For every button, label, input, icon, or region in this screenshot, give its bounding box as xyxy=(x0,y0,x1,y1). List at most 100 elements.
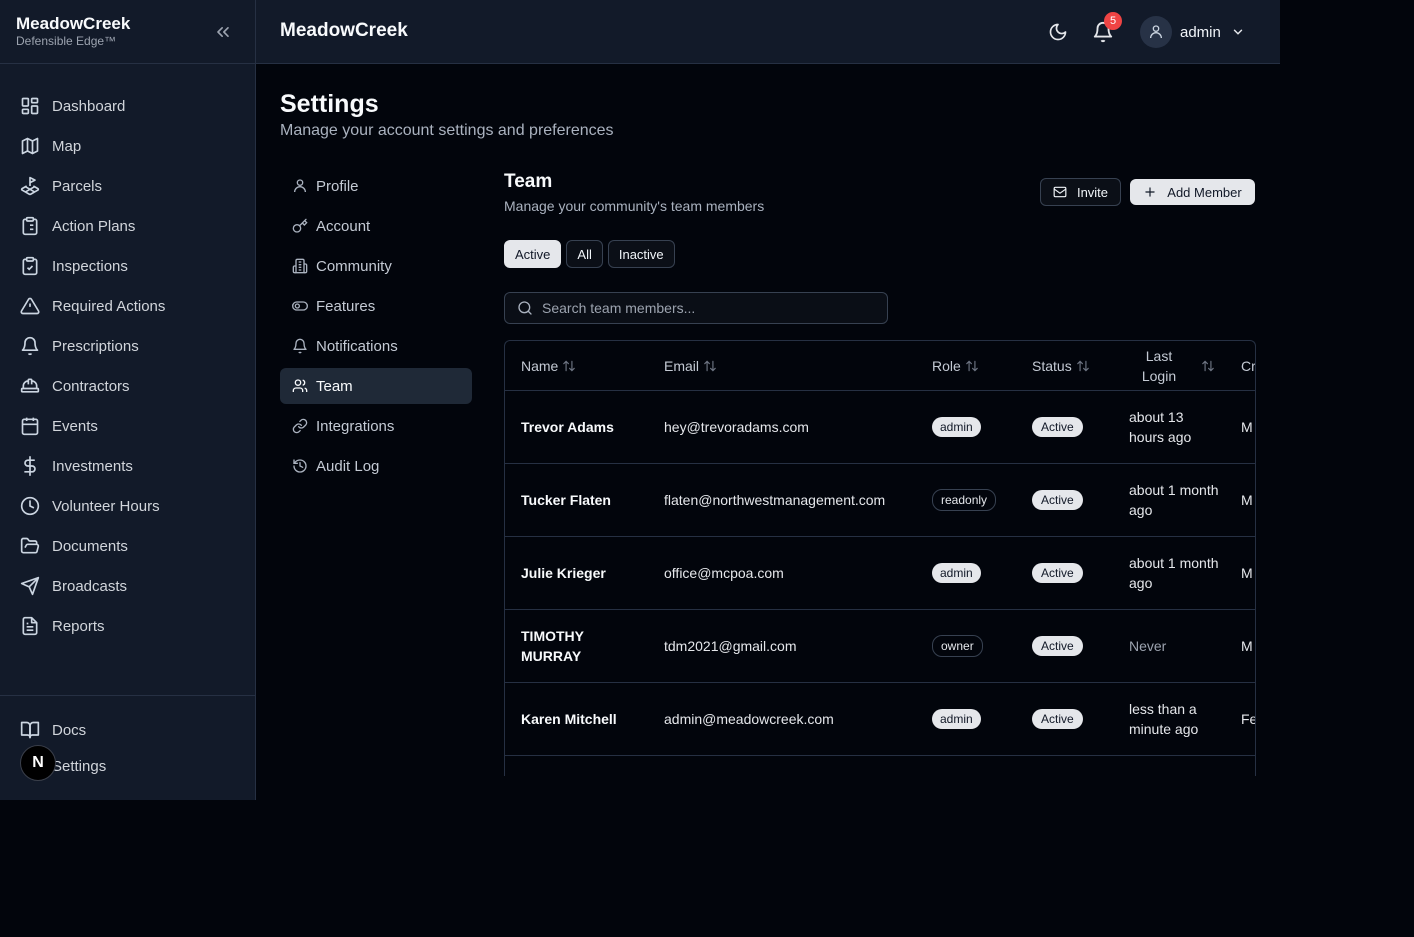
sidebar-item-prescriptions[interactable]: Prescriptions xyxy=(0,326,255,366)
search-input[interactable] xyxy=(542,300,862,316)
column-header-email[interactable]: Email xyxy=(664,341,717,391)
settings-tab-features[interactable]: Features xyxy=(280,288,472,324)
filter-all[interactable]: All xyxy=(566,240,603,268)
add-member-button[interactable]: Add Member xyxy=(1130,179,1255,205)
sidebar-item-docs[interactable]: Docs xyxy=(0,712,255,748)
settings-tab-account[interactable]: Account xyxy=(280,208,472,244)
column-header-status[interactable]: Status xyxy=(1032,341,1090,391)
member-email: admin@meadowcreek.com xyxy=(664,711,834,727)
sidebar-item-label: Settings xyxy=(52,757,107,775)
sort-icon xyxy=(562,359,576,373)
column-label: Last Login xyxy=(1141,348,1177,384)
settings-tab-profile[interactable]: Profile xyxy=(280,168,472,204)
member-name: Tucker Flaten xyxy=(521,492,611,508)
sidebar-item-label: Prescriptions xyxy=(52,337,139,355)
plus-icon xyxy=(1143,185,1157,199)
collapse-sidebar-icon[interactable] xyxy=(213,22,233,42)
sidebar-item-action-plans[interactable]: Action Plans xyxy=(0,206,255,246)
status-cell: Active xyxy=(1032,537,1083,609)
table-row[interactable]: TIMOTHY MURRAY tdm2021@gmail.com owner A… xyxy=(505,610,1255,683)
member-name: TIMOTHY MURRAY xyxy=(521,628,584,664)
sidebar-item-label: Parcels xyxy=(52,177,103,195)
sidebar: MeadowCreek Defensible Edge™ Dashboard M… xyxy=(0,0,256,800)
settings-tab-team[interactable]: Team xyxy=(280,368,472,404)
sidebar-item-label: Volunteer Hours xyxy=(52,497,160,515)
sidebar-item-label: Inspections xyxy=(52,257,128,275)
sort-icon xyxy=(965,359,979,373)
column-header-last-login[interactable]: Last Login xyxy=(1129,341,1215,391)
status-badge: Active xyxy=(1032,709,1083,729)
bell-icon xyxy=(292,338,308,354)
sidebar-item-documents[interactable]: Documents xyxy=(0,526,255,566)
book-open-icon xyxy=(20,720,40,740)
sidebar-item-label: Reports xyxy=(52,617,105,635)
sidebar-item-map[interactable]: Map xyxy=(0,126,255,166)
role-cell: readonly xyxy=(932,464,997,536)
table-header: Name Email Role Status Last Login Cr xyxy=(505,341,1255,391)
add-member-button-label: Add Member xyxy=(1167,184,1242,200)
invite-button-label: Invite xyxy=(1076,184,1109,200)
main-nav: Dashboard Map Parcels Action Plans Inspe… xyxy=(0,64,255,646)
sidebar-item-inspections[interactable]: Inspections xyxy=(0,246,255,286)
invite-button[interactable]: Invite xyxy=(1040,178,1121,206)
table-row[interactable]: Karen Mitchell admin@meadowcreek.com adm… xyxy=(505,683,1255,756)
sidebar-item-broadcasts[interactable]: Broadcasts xyxy=(0,566,255,606)
table-row[interactable]: Julie Krieger office@mcpoa.com admin Act… xyxy=(505,537,1255,610)
settings-tab-label: Audit Log xyxy=(316,457,380,475)
building-icon xyxy=(292,258,308,274)
settings-tab-notifications[interactable]: Notifications xyxy=(280,328,472,364)
column-header-role[interactable]: Role xyxy=(932,341,979,391)
last-login: less than a minute ago xyxy=(1129,701,1199,737)
last-login: about 1 month ago xyxy=(1129,555,1219,591)
settings-tab-integrations[interactable]: Integrations xyxy=(280,408,472,444)
sidebar-item-label: Map xyxy=(52,137,82,155)
settings-tab-audit-log[interactable]: Audit Log xyxy=(280,448,472,484)
bell-icon xyxy=(20,336,40,356)
filter-active[interactable]: Active xyxy=(504,240,562,268)
sidebar-item-parcels[interactable]: Parcels xyxy=(0,166,255,206)
sidebar-item-label: Documents xyxy=(52,537,128,555)
avatar xyxy=(1140,16,1172,48)
sidebar-item-volunteer-hours[interactable]: Volunteer Hours xyxy=(0,486,255,526)
user-icon xyxy=(292,178,308,194)
settings-tab-label: Account xyxy=(316,217,371,235)
member-email: tdm2021@gmail.com xyxy=(664,638,797,654)
brand-tagline: Defensible Edge™ xyxy=(16,34,117,48)
dev-tools-badge[interactable]: N xyxy=(20,745,56,781)
sidebar-item-events[interactable]: Events xyxy=(0,406,255,446)
member-email: hey@trevoradams.com xyxy=(664,419,809,435)
table-row[interactable]: Trevor Adams hey@trevoradams.com admin A… xyxy=(505,391,1255,464)
sidebar-item-dashboard[interactable]: Dashboard xyxy=(0,86,255,126)
role-badge: admin xyxy=(932,417,981,437)
sidebar-item-contractors[interactable]: Contractors xyxy=(0,366,255,406)
sort-icon xyxy=(1201,359,1215,373)
user-menu[interactable]: admin xyxy=(1140,16,1245,48)
dollar-sign-icon xyxy=(20,456,40,476)
brand: MeadowCreek Defensible Edge™ xyxy=(0,0,255,64)
calendar-icon xyxy=(20,416,40,436)
settings-tab-community[interactable]: Community xyxy=(280,248,472,284)
column-header-created[interactable]: Cr xyxy=(1241,341,1255,391)
created-date: M xyxy=(1241,565,1253,581)
status-cell: Active xyxy=(1032,391,1083,463)
role-badge: admin xyxy=(932,709,981,729)
send-icon xyxy=(20,576,40,596)
last-login: about 13 hours ago xyxy=(1129,409,1192,445)
settings-tab-label: Integrations xyxy=(316,417,395,435)
settings-tab-label: Team xyxy=(316,377,353,395)
status-filter-group: Active All Inactive xyxy=(504,240,680,268)
role-cell: admin xyxy=(932,391,981,463)
sidebar-item-label: Dashboard xyxy=(52,97,126,115)
settings-tab-label: Notifications xyxy=(316,337,398,355)
column-header-name[interactable]: Name xyxy=(521,341,576,391)
sidebar-item-investments[interactable]: Investments xyxy=(0,446,255,486)
user-name: admin xyxy=(1180,23,1221,41)
sidebar-item-reports[interactable]: Reports xyxy=(0,606,255,646)
filter-inactive[interactable]: Inactive xyxy=(607,240,675,268)
moon-icon[interactable] xyxy=(1048,22,1068,42)
table-row[interactable]: Tucker Flaten flaten@northwestmanagement… xyxy=(505,464,1255,537)
team-section-title: Team xyxy=(504,171,553,192)
notification-count-badge: 5 xyxy=(1104,12,1122,30)
sidebar-item-required-actions[interactable]: Required Actions xyxy=(0,286,255,326)
column-label: Role xyxy=(932,358,961,374)
